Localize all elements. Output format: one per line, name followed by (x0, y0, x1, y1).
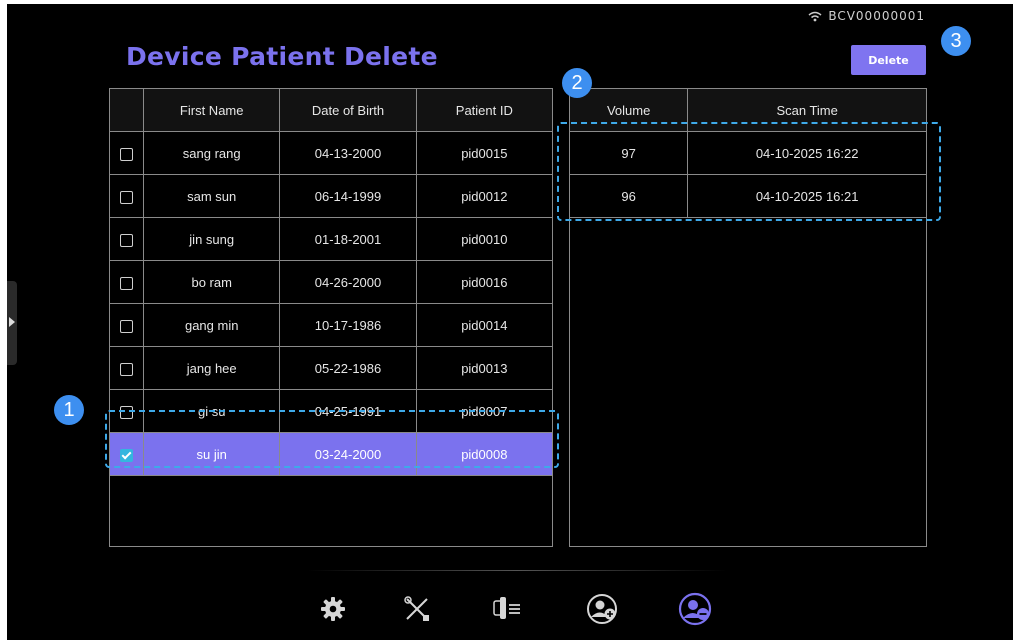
checkbox-cell[interactable] (108, 346, 145, 390)
scanner-list-button[interactable] (487, 589, 527, 629)
patient-table: First Name Date of Birth Patient ID sang… (108, 88, 554, 547)
delete-button[interactable]: Delete (851, 45, 926, 75)
device-id: BCV00000001 (828, 9, 925, 23)
scanner-list-icon (493, 597, 520, 619)
patient-id-cell: pid0013 (415, 346, 554, 390)
checkbox-cell[interactable] (108, 174, 145, 218)
row-checkbox[interactable] (120, 233, 134, 247)
dob-cell: 05-22-1986 (279, 346, 417, 390)
patient-id-cell: pid0015 (415, 131, 554, 175)
checkbox-cell[interactable] (108, 217, 145, 261)
patient-row[interactable]: gang min 10-17-1986 pid0014 (108, 303, 554, 347)
patient-row[interactable]: jang hee 05-22-1986 pid0013 (108, 346, 554, 390)
remove-patient-button[interactable] (675, 589, 715, 629)
scan-rows-highlight (557, 122, 941, 221)
remove-patient-icon (678, 592, 712, 626)
first-name-cell: bo ram (143, 260, 281, 304)
annotation-badge-1: 1 (54, 395, 84, 425)
first-name-cell: sang rang (143, 131, 281, 175)
page-title: Device Patient Delete (126, 42, 438, 71)
device-screen: BCV00000001 Device Patient Delete Delete… (7, 4, 1013, 640)
side-panel-toggle[interactable] (7, 281, 17, 365)
row-checkbox[interactable] (120, 319, 134, 333)
patient-row[interactable]: sang rang 04-13-2000 pid0015 (108, 131, 554, 175)
status-bar: BCV00000001 (808, 9, 925, 23)
chevron-right-icon (9, 317, 15, 327)
annotation-badge-2: 2 (562, 68, 592, 98)
column-header-patient-id: Patient ID (415, 88, 554, 132)
checkbox-cell[interactable] (108, 131, 145, 175)
settings-button[interactable] (313, 589, 353, 629)
patient-id-cell: pid0016 (415, 260, 554, 304)
first-name-cell: sam sun (143, 174, 281, 218)
bottom-divider (307, 570, 727, 571)
patient-id-cell: pid0012 (415, 174, 554, 218)
patient-row[interactable]: sam sun 06-14-1999 pid0012 (108, 174, 554, 218)
wifi-icon (808, 11, 822, 21)
dob-cell: 10-17-1986 (279, 303, 417, 347)
dob-cell: 01-18-2001 (279, 217, 417, 261)
row-checkbox[interactable] (120, 362, 134, 376)
patient-id-cell: pid0014 (415, 303, 554, 347)
row-checkbox[interactable] (120, 276, 134, 290)
patient-row[interactable]: bo ram 04-26-2000 pid0016 (108, 260, 554, 304)
patient-row[interactable]: jin sung 01-18-2001 pid0010 (108, 217, 554, 261)
dob-cell: 06-14-1999 (279, 174, 417, 218)
dob-cell: 04-26-2000 (279, 260, 417, 304)
first-name-cell: jang hee (143, 346, 281, 390)
column-header-date-of-birth: Date of Birth (279, 88, 417, 132)
selected-row-highlight (105, 410, 559, 468)
tools-icon (404, 596, 429, 621)
column-header-first-name: First Name (143, 88, 281, 132)
add-patient-button[interactable] (582, 589, 622, 629)
row-checkbox[interactable] (120, 190, 134, 204)
gear-icon (321, 597, 345, 621)
first-name-cell: gang min (143, 303, 281, 347)
add-patient-icon (587, 594, 617, 624)
annotation-badge-3: 3 (941, 26, 971, 56)
checkbox-cell[interactable] (108, 303, 145, 347)
row-checkbox[interactable] (120, 147, 134, 161)
dob-cell: 04-13-2000 (279, 131, 417, 175)
checkbox-cell[interactable] (108, 260, 145, 304)
checkbox-column-header (108, 88, 145, 132)
tools-button[interactable] (397, 589, 437, 629)
patient-id-cell: pid0010 (415, 217, 554, 261)
patient-table-header: First Name Date of Birth Patient ID (108, 88, 554, 132)
first-name-cell: jin sung (143, 217, 281, 261)
